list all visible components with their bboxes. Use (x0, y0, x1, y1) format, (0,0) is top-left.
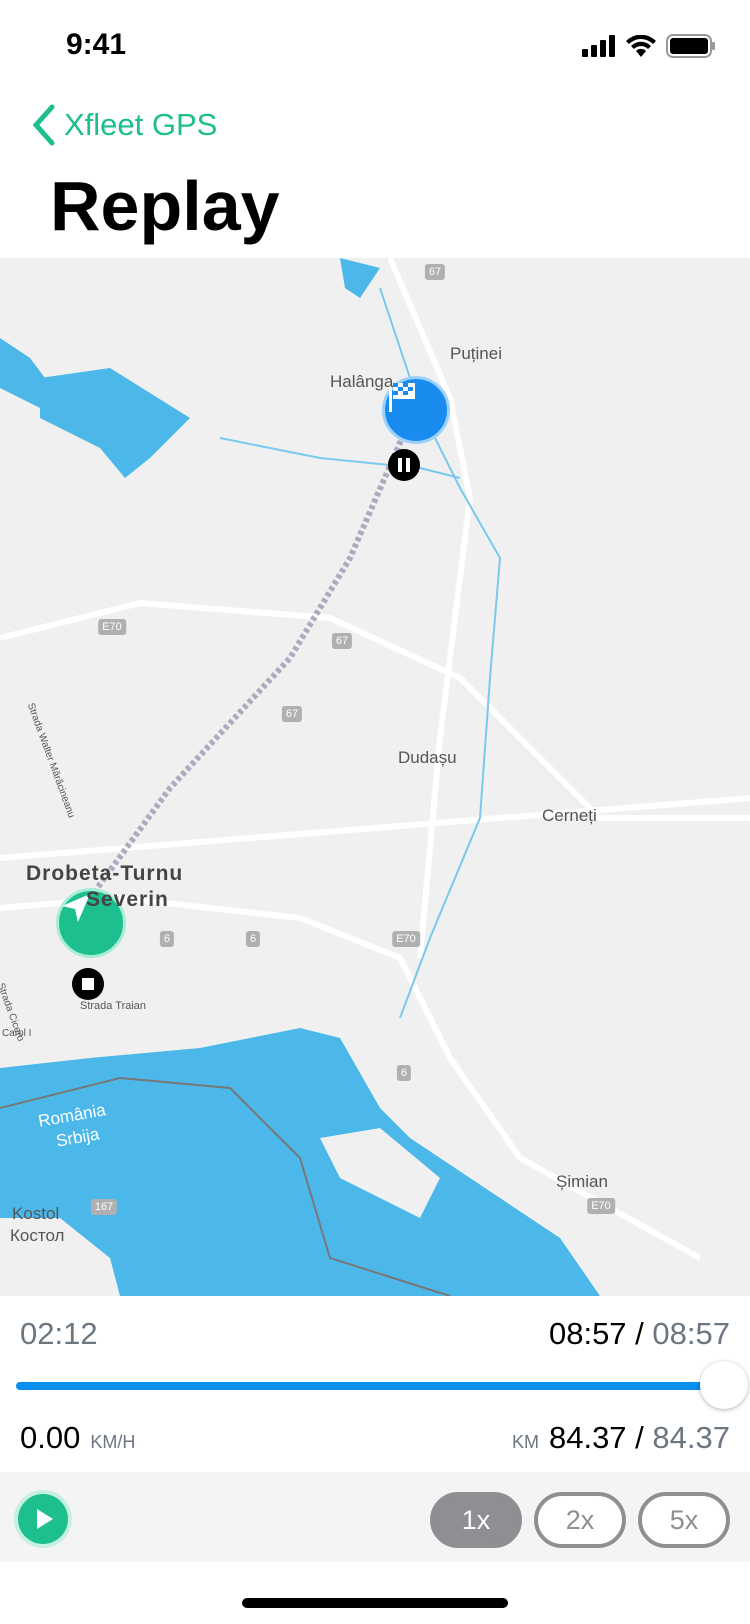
map-label: Костол (10, 1226, 65, 1245)
road-shield: 6 (396, 1065, 412, 1081)
distance-total: 84.37 (652, 1420, 730, 1455)
pause-marker (388, 449, 420, 481)
current-time: 08:57 (548, 1316, 627, 1351)
road-shield: 167 (90, 1199, 118, 1215)
back-label: Xfleet GPS (64, 107, 218, 142)
map-label: Kostol (12, 1204, 60, 1223)
road-shield: 67 (281, 706, 303, 722)
map-view[interactable]: 67 E70 67 67 6 6 E70 6 167 E70 Puținei H… (0, 258, 750, 1296)
total-time: 08:57 (652, 1316, 730, 1351)
separator: / (635, 1420, 644, 1455)
elapsed-time: 02:12 (20, 1316, 98, 1351)
speed-readout: 0.00 KM/H (20, 1420, 145, 1456)
map-label: Șimian (556, 1172, 608, 1191)
speed-1x-button[interactable]: 1x (430, 1492, 522, 1548)
road-shield: E70 (98, 619, 126, 635)
road-shield: 6 (159, 931, 175, 947)
distance-readout: KM 84.37 / 84.37 (502, 1420, 730, 1456)
speed-value: 0.00 (20, 1420, 81, 1455)
chevron-left-icon (32, 104, 55, 146)
map-label: Puținei (450, 344, 502, 363)
road-shield: E70 (587, 1198, 615, 1214)
slider-fill (16, 1382, 734, 1390)
map-label: Cerneți (542, 806, 597, 825)
playback-controls: 1x 2x 5x (0, 1472, 750, 1562)
signal-icon (582, 35, 615, 57)
playback-panel: 02:12 08:57 / 08:57 0.00 KM/H KM 84.37 / 8… (0, 1296, 750, 1472)
speed-5x-button[interactable]: 5x (638, 1492, 730, 1548)
road-shield: 67 (331, 633, 353, 649)
distance-current: 84.37 (548, 1420, 627, 1455)
speed-2x-button[interactable]: 2x (534, 1492, 626, 1548)
map-canvas (0, 258, 750, 1296)
distance-unit: KM (511, 1432, 539, 1452)
map-label: Drobeta-Turnu (26, 862, 184, 885)
home-indicator (242, 1598, 508, 1608)
time-readout: 08:57 / 08:57 (549, 1316, 730, 1352)
map-label: Strada Traian (80, 1000, 147, 1012)
speed-unit: KM/H (90, 1432, 136, 1452)
road-shield: 6 (245, 931, 261, 947)
lake (40, 368, 190, 478)
slider-thumb[interactable] (700, 1361, 748, 1409)
play-button[interactable] (18, 1494, 68, 1544)
battery-icon (666, 34, 715, 58)
status-bar: 9:41 (0, 0, 750, 90)
wifi-icon (626, 35, 656, 57)
status-time: 9:41 (66, 28, 127, 61)
separator: / (635, 1316, 644, 1351)
map-label: Severin (86, 888, 169, 911)
page-title: Replay (50, 167, 280, 245)
map-label: Carol I (2, 1028, 32, 1039)
road-shield: E70 (392, 931, 420, 947)
streams (219, 287, 502, 1019)
map-label: Dudașu (398, 748, 457, 767)
road-shield: 67 (424, 264, 446, 280)
river-danube (0, 1028, 600, 1296)
map-label: Halânga (330, 372, 394, 391)
back-button[interactable]: Xfleet GPS (30, 104, 217, 146)
lake (340, 258, 380, 298)
playback-slider[interactable] (16, 1361, 748, 1409)
